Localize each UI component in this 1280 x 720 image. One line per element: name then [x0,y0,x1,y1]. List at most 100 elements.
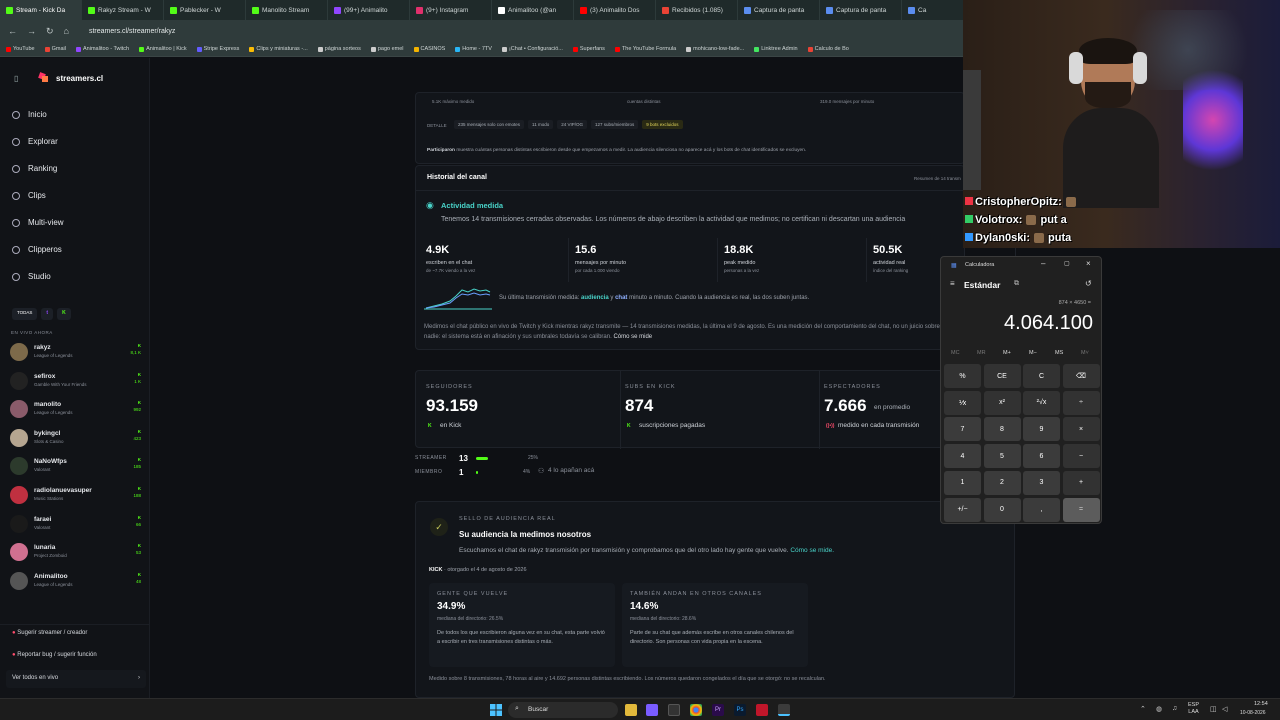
maximize-button[interactable]: ▢ [1064,260,1070,267]
tray-chevron-icon[interactable]: ⌃ [1140,705,1146,713]
input-language[interactable]: ESP LAA [1188,702,1199,716]
bookmark-item[interactable]: The YouTube Formula [614,46,676,52]
calc-key[interactable]: x² [983,390,1021,415]
calc-key[interactable]: 1 [944,470,981,495]
minimize-button[interactable]: – [1041,259,1045,268]
menu-icon[interactable]: ≡ [950,279,955,288]
bookmark-item[interactable]: pago emel [370,46,404,52]
windows-start-icon[interactable] [490,704,502,716]
browser-tab[interactable]: Captura de panta [820,0,902,20]
memory-button[interactable]: MC [951,350,960,356]
browser-tab[interactable]: (9+) Instagram [410,0,492,20]
calc-key[interactable]: ⌫ [1062,364,1100,388]
calc-key[interactable]: , [1023,497,1060,522]
calc-key[interactable]: 6 [1023,444,1060,469]
sidebar-item-ranking[interactable]: Ranking [12,164,57,173]
browser-tab[interactable]: Animalitoo (@an [492,0,574,20]
browser-tab[interactable]: Manolito Stream [246,0,328,20]
bookmark-item[interactable]: Animalitoo - Twitch [76,46,129,52]
premiere-icon[interactable]: Pr [712,704,724,716]
live-streamer-item[interactable]: manolito League of Legends K 992 [10,398,145,422]
url-field[interactable]: streamers.cl/streamer/rakyz [89,28,175,35]
reload-icon[interactable]: ↻ [46,26,54,37]
bookmark-item[interactable]: ¡Chat • Configuració... [501,46,563,52]
live-streamer-item[interactable]: Animalitoo League of Legends K 48 [10,570,145,594]
sidebar-item-explorar[interactable]: Explorar [12,137,58,146]
browser-tab[interactable]: (3) Animalito Dos [574,0,656,20]
volume-icon[interactable]: ◁ [1222,705,1227,713]
filter-all[interactable]: TODAS [12,308,38,320]
back-icon[interactable]: ← [8,26,17,36]
clock-date[interactable]: 10-08-2026 [1240,710,1266,716]
calc-key[interactable]: % [944,364,981,388]
obs-icon[interactable] [668,704,680,716]
tray-app-icon[interactable]: ◍ [1156,705,1162,713]
calc-key[interactable]: CE [983,364,1021,388]
sidebar-item-clips[interactable]: Clips [12,191,46,200]
filter-twitch-icon[interactable]: t [41,308,54,320]
how-measured-link[interactable]: Cómo se mide [613,334,652,340]
calculator-taskbar-icon[interactable] [778,704,790,716]
taskbar-search[interactable]: ⌕ Buscar [508,702,618,718]
memory-button[interactable]: M+ [1003,350,1011,356]
memory-button[interactable]: MS [1055,350,1063,356]
sidebar-item-studio[interactable]: Studio [12,272,51,281]
calc-key[interactable]: 7 [944,417,981,442]
browser-tab[interactable]: Rakyz Stream - W [82,0,164,20]
clock-time[interactable]: 12:54 [1254,701,1268,707]
bookmark-item[interactable]: CASINOS [413,46,445,52]
sidebar-item-clipperos[interactable]: Clipperos [12,245,62,254]
calc-key[interactable]: 4 [944,444,981,469]
live-streamer-item[interactable]: lunaria Project Zomboid K 53 [10,541,145,565]
calc-key[interactable]: 8 [983,417,1021,442]
bookmark-item[interactable]: Clips y miniaturas -... [249,46,308,52]
bookmark-item[interactable]: Superfans [572,46,605,52]
photoshop-icon[interactable]: Ps [734,704,746,716]
browser-tab[interactable]: Pablecker - W [164,0,246,20]
calc-key[interactable]: − [1062,444,1100,469]
bookmark-item[interactable]: página sorteos [317,46,361,52]
calc-key[interactable]: +/− [944,497,981,522]
live-streamer-item[interactable]: radiolanuevasuper Music Stations K 188 [10,484,145,508]
chrome-icon[interactable] [690,704,702,716]
see-all-live-button[interactable]: Ver todos en vivo › [6,670,146,688]
filter-kick-icon[interactable]: K [57,308,71,320]
file-explorer-icon[interactable] [625,704,637,716]
sidebar-toggle-icon[interactable]: ▯ [14,74,18,83]
bookmark-item[interactable]: Stripe Express [196,46,239,52]
memory-button[interactable]: MR [977,350,986,356]
calc-key[interactable]: × [1062,417,1100,442]
network-icon[interactable]: ◫ [1210,705,1217,713]
sidebar-item-inicio[interactable]: Inicio [12,110,47,119]
history-icon[interactable]: ↺ [1085,279,1092,288]
calc-key[interactable]: 9 [1023,417,1060,442]
live-streamer-item[interactable]: sefirox Gamble With Your Friends K 1 K [10,370,145,394]
bookmark-item[interactable]: Home - 7TV [455,46,492,52]
bookmark-item[interactable]: Calculo de Bo [807,46,849,52]
brand-name[interactable]: streamers.cl [56,74,103,83]
sidebar-item-multi-view[interactable]: Multi-view [12,218,64,227]
close-button[interactable]: × [1086,259,1091,268]
browser-tab[interactable]: Stream - Kick Da [0,0,82,20]
browser-tab[interactable]: Captura de panta [738,0,820,20]
calc-key[interactable]: 2 [983,470,1021,495]
bookmark-item[interactable]: mohicano-low-fade... [686,46,744,52]
calc-key[interactable]: + [1062,470,1100,495]
keep-on-top-icon[interactable]: ⧉ [1014,280,1019,288]
calc-key[interactable]: C [1023,364,1060,388]
home-icon[interactable]: ⌂ [64,26,69,36]
browser-tab[interactable]: (99+) Animalito [328,0,410,20]
report-bug-link[interactable]: ● Reportar bug / sugerir función [12,652,97,658]
calc-key[interactable]: 3 [1023,470,1060,495]
memory-button[interactable]: M− [1029,350,1037,356]
calc-key[interactable]: ²√x [1023,390,1060,415]
app-icon[interactable] [756,704,768,716]
calc-key[interactable]: 0 [983,497,1021,522]
calc-key[interactable]: = [1062,497,1100,522]
bookmark-item[interactable]: Linktree Admin [754,46,798,52]
live-streamer-item[interactable]: faraei Valorant K 66 [10,513,145,537]
forward-icon[interactable]: → [27,26,36,36]
bookmark-item[interactable]: YouTube [6,46,35,52]
live-streamer-item[interactable]: bykingcl Slots & Casino K 423 [10,427,145,451]
calc-key[interactable]: ⅟x [944,390,981,415]
